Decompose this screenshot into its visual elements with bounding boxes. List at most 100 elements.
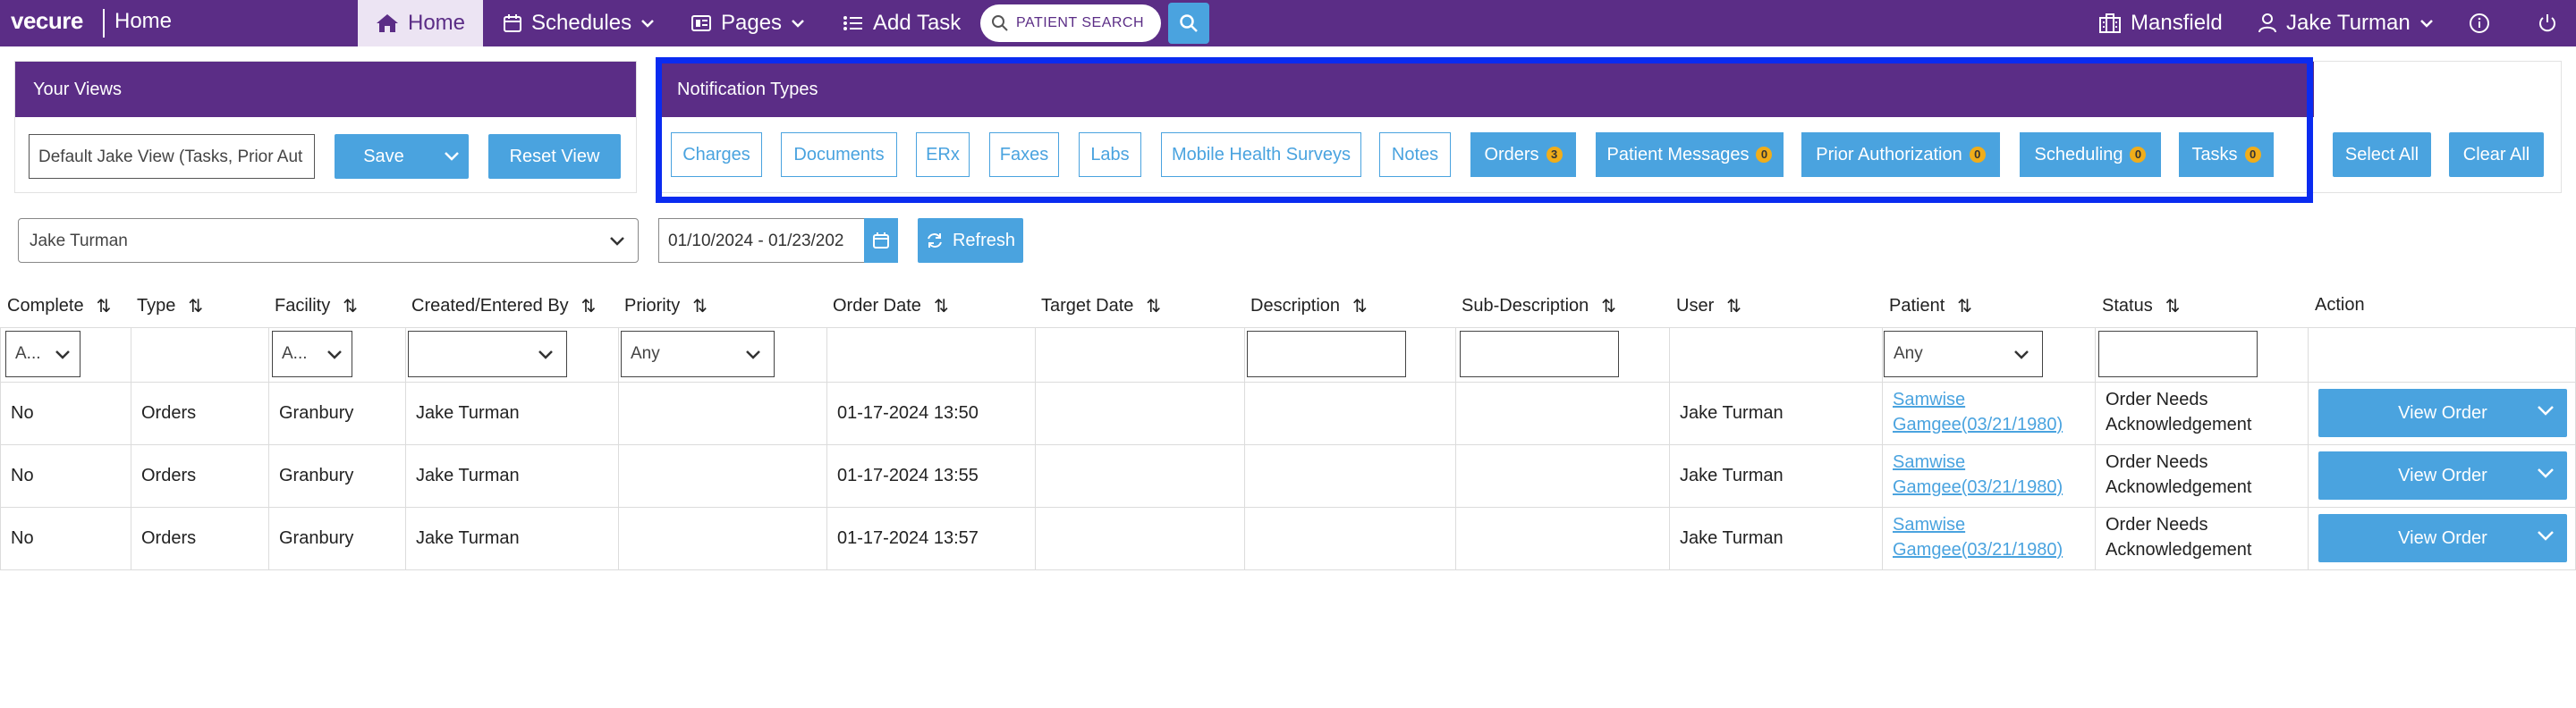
notification-type-prior-authorization[interactable]: Prior Authorization 0 — [1801, 132, 2000, 177]
patient-link[interactable]: Samwise Gamgee(03/21/1980) — [1893, 387, 2063, 437]
view-order-button[interactable]: View Order — [2318, 389, 2567, 437]
chevron-down-icon — [610, 237, 624, 246]
column-header-sub-description[interactable]: Sub-Description ⇅ — [1462, 295, 1616, 317]
user-icon — [2258, 13, 2276, 33]
column-header-facility[interactable]: Facility ⇅ — [275, 295, 358, 317]
view-name-input[interactable]: Default Jake View (Tasks, Prior Aut — [29, 134, 315, 179]
header-label: Target Date — [1041, 296, 1134, 316]
logo-divider — [103, 9, 105, 38]
sub-description-filter-input[interactable] — [1460, 331, 1619, 377]
nav-pages-menu[interactable]: Pages — [691, 0, 805, 46]
home-icon — [376, 14, 398, 32]
header-label: Sub-Description — [1462, 296, 1589, 316]
notification-type-documents[interactable]: Documents — [781, 132, 897, 177]
table-divider — [0, 569, 2576, 570]
notification-type-tasks[interactable]: Tasks 0 — [2179, 132, 2274, 177]
column-header-target-date[interactable]: Target Date ⇅ — [1041, 295, 1161, 317]
patient-filter-select[interactable]: Any — [1884, 331, 2043, 377]
patient-link[interactable]: Samwise Gamgee(03/21/1980) — [1893, 450, 2063, 500]
date-picker-button[interactable] — [864, 218, 898, 263]
date-range-input[interactable]: 01/10/2024 - 01/23/202 — [658, 218, 866, 263]
orders-label: Orders — [1484, 144, 1539, 164]
prior-authorization-label: Prior Authorization — [1816, 144, 1962, 164]
notification-type-labs[interactable]: Labs — [1079, 132, 1141, 177]
chevron-down-icon — [792, 20, 804, 28]
reset-view-button[interactable]: Reset View — [488, 134, 621, 179]
calendar-icon — [873, 232, 889, 249]
chevron-down-icon — [641, 20, 654, 28]
nav-add-task-label: Add Task — [873, 11, 962, 35]
user-filter-select[interactable]: Jake Turman — [18, 218, 639, 263]
status-line1: Order Needs — [2106, 452, 2208, 472]
nav-add-task[interactable]: Add Task — [843, 0, 961, 46]
notification-type-notes[interactable]: Notes — [1379, 132, 1451, 177]
cell-type: Orders — [141, 403, 197, 423]
save-view-button[interactable]: Save — [335, 134, 469, 179]
view-order-button[interactable]: View Order — [2318, 514, 2567, 562]
description-filter-input[interactable] — [1247, 331, 1406, 377]
notification-type-charges[interactable]: Charges — [671, 132, 762, 177]
view-order-button[interactable]: View Order — [2318, 451, 2567, 500]
status-line2: Acknowledgement — [2106, 415, 2252, 434]
user-name-label: Jake Turman — [2286, 11, 2411, 35]
refresh-button[interactable]: Refresh — [918, 218, 1023, 263]
column-header-user[interactable]: User ⇅ — [1676, 295, 1741, 317]
status-line1: Order Needs — [2106, 390, 2208, 409]
info-icon — [2470, 13, 2489, 33]
notification-type-patient-messages[interactable]: Patient Messages 0 — [1596, 132, 1784, 177]
facility-filter-select[interactable]: A... — [272, 331, 352, 377]
notification-type-scheduling[interactable]: Scheduling 0 — [2020, 132, 2161, 177]
column-header-patient[interactable]: Patient ⇅ — [1889, 295, 1972, 317]
user-menu[interactable]: Jake Turman — [2258, 0, 2434, 46]
header-label: Status — [2102, 296, 2153, 316]
view-order-label: View Order — [2398, 402, 2487, 423]
complete-filter-select[interactable]: A... — [5, 331, 80, 377]
app-logo[interactable]: vecure — [11, 7, 83, 35]
notification-type-orders[interactable]: Orders 3 — [1470, 132, 1576, 177]
column-header-priority[interactable]: Priority ⇅ — [624, 295, 708, 317]
header-label: Order Date — [833, 296, 921, 316]
table-divider — [2308, 327, 2309, 569]
nav-home-tab[interactable]: Home — [358, 0, 483, 46]
notification-type-erx[interactable]: ERx — [916, 132, 970, 177]
nav-home-label: Home — [407, 11, 466, 35]
clear-all-button[interactable]: Clear All — [2449, 132, 2544, 177]
column-header-created-by[interactable]: Created/Entered By ⇅ — [411, 295, 596, 317]
column-header-description[interactable]: Description ⇅ — [1250, 295, 1368, 317]
cell-created-by: Jake Turman — [416, 466, 520, 485]
status-filter-input[interactable] — [2098, 331, 2258, 377]
chevron-down-icon — [2538, 406, 2554, 416]
search-icon — [1180, 14, 1198, 32]
column-header-complete[interactable]: Complete ⇅ — [7, 295, 111, 317]
chevron-down-icon — [445, 152, 459, 161]
notification-type-faxes[interactable]: Faxes — [989, 132, 1059, 177]
nav-schedules-menu[interactable]: Schedules — [503, 0, 655, 46]
patient-search-box — [980, 4, 1161, 42]
refresh-icon — [928, 233, 942, 248]
scheduling-count-badge: 0 — [2130, 147, 2147, 163]
patient-search-input[interactable] — [1016, 15, 1150, 31]
notification-type-mobile-health-surveys[interactable]: Mobile Health Surveys — [1161, 132, 1361, 177]
power-button[interactable] — [2537, 0, 2558, 46]
header-label: Patient — [1889, 296, 1945, 316]
table-divider — [0, 382, 2576, 383]
location-selector[interactable]: Mansfield — [2098, 0, 2223, 46]
patient-filter-value: Any — [1894, 344, 1923, 363]
column-header-order-date[interactable]: Order Date ⇅ — [833, 295, 949, 317]
column-header-status[interactable]: Status ⇅ — [2102, 295, 2180, 317]
patient-search-button[interactable] — [1168, 3, 1209, 44]
orders-count-badge: 3 — [1546, 147, 1563, 163]
table-divider — [1455, 327, 1456, 569]
table-divider — [826, 327, 827, 569]
building-icon — [2099, 13, 2121, 33]
sort-icon: ⇅ — [1601, 297, 1617, 316]
sort-icon: ⇅ — [1352, 297, 1368, 316]
info-button[interactable] — [2469, 0, 2490, 46]
header-label: Action — [2315, 295, 2365, 315]
select-all-button[interactable]: Select All — [2333, 132, 2431, 177]
priority-filter-select[interactable]: Any — [621, 331, 775, 377]
header-label: Description — [1250, 296, 1341, 316]
created-by-filter-select[interactable] — [408, 331, 567, 377]
column-header-type[interactable]: Type ⇅ — [137, 295, 203, 317]
patient-link[interactable]: Samwise Gamgee(03/21/1980) — [1893, 512, 2063, 562]
